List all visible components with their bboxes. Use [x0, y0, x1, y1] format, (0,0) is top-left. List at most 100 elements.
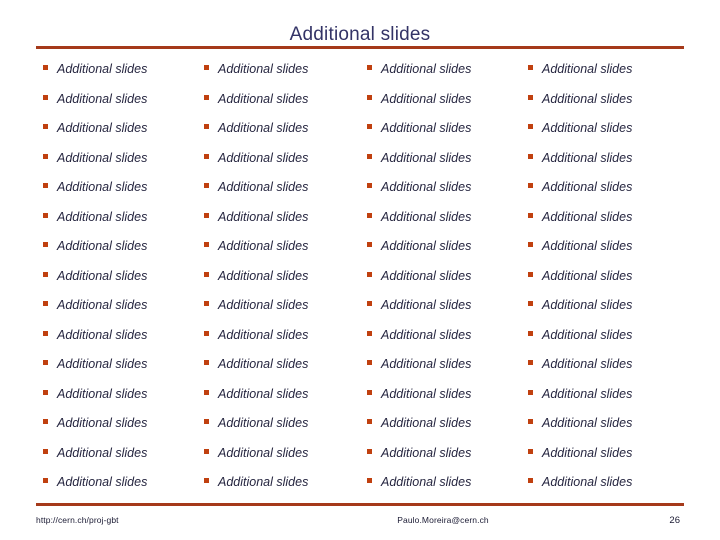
- square-bullet-icon: [43, 94, 48, 100]
- bullet-list-item: Additional slides: [198, 446, 360, 460]
- square-bullet-icon: [528, 124, 533, 129]
- bullet-item-label: Additional slides: [218, 62, 309, 76]
- bullet-item-label: Additional slides: [218, 357, 309, 371]
- bullet-item-label: Additional slides: [381, 386, 472, 401]
- square-bullet-icon: [528, 153, 533, 159]
- bullet-list-item: Additional slides: [360, 239, 522, 253]
- square-bullet-icon: [43, 153, 48, 159]
- square-bullet-icon: [43, 212, 48, 218]
- bullet-list-item: Additional slides: [522, 416, 684, 430]
- bullet-list-item: Additional slides: [36, 446, 198, 460]
- bullet-item-label: Additional slides: [218, 386, 309, 401]
- bullet-list-item: Additional slides: [360, 62, 522, 76]
- bullet-item-label: Additional slides: [542, 357, 633, 371]
- bullet-row: Additional slides Additional slides Additi…: [36, 151, 684, 181]
- square-bullet-icon: [528, 478, 533, 483]
- square-bullet-icon: [43, 360, 48, 365]
- square-bullet-icon: [528, 419, 533, 424]
- bullet-list-item: Additional slides: [522, 92, 684, 106]
- bullet-item-label: Additional slides: [57, 150, 148, 165]
- bullet-item-label: Additional slides: [57, 239, 148, 253]
- bullet-item-label: Additional slides: [381, 239, 472, 253]
- square-bullet-icon: [367, 419, 372, 424]
- square-bullet-icon: [204, 124, 209, 129]
- bullet-item-label: Additional slides: [381, 268, 472, 283]
- bullet-item-label: Additional slides: [218, 298, 309, 312]
- bullet-list-item: Additional slides: [360, 210, 522, 224]
- square-bullet-icon: [204, 153, 209, 159]
- bullet-list-item: Additional slides: [360, 328, 522, 342]
- bullet-list-item: Additional slides: [36, 180, 198, 194]
- square-bullet-icon: [367, 212, 372, 218]
- bullet-item-label: Additional slides: [57, 62, 148, 76]
- bullet-item-label: Additional slides: [218, 475, 309, 489]
- bullet-item-label: Additional slides: [57, 298, 148, 312]
- square-bullet-icon: [528, 389, 533, 395]
- square-bullet-icon: [528, 301, 533, 306]
- footer-url-link[interactable]: http://cern.ch/proj-gbt: [36, 515, 119, 525]
- bullet-row: Additional slides Additional slides Additi…: [36, 475, 684, 505]
- bullet-list-item: Additional slides: [198, 210, 360, 224]
- bullet-item-label: Additional slides: [218, 445, 309, 460]
- footer-url-container: http://cern.ch/proj-gbt: [36, 510, 286, 528]
- footer-page-container: 26: [600, 510, 684, 528]
- bullet-list-item: Additional slides: [360, 387, 522, 401]
- bullet-list-item: Additional slides: [36, 475, 198, 489]
- footer-divider: [36, 503, 684, 506]
- square-bullet-icon: [367, 360, 372, 365]
- bullet-list-item: Additional slides: [360, 298, 522, 312]
- square-bullet-icon: [43, 478, 48, 483]
- bullet-list-item: Additional slides: [198, 180, 360, 194]
- bullet-item-label: Additional slides: [381, 416, 472, 430]
- footer: http://cern.ch/proj-gbt Paulo.Moreira@ce…: [36, 510, 684, 528]
- square-bullet-icon: [43, 448, 48, 454]
- square-bullet-icon: [528, 242, 533, 247]
- bullet-item-label: Additional slides: [57, 209, 148, 224]
- bullet-list-item: Additional slides: [198, 62, 360, 76]
- bullet-item-label: Additional slides: [218, 327, 309, 342]
- bullet-list-item: Additional slides: [36, 387, 198, 401]
- bullet-row: Additional slides Additional slides Additi…: [36, 328, 684, 358]
- bullet-grid: Additional slides Additional slides Additi…: [36, 62, 684, 505]
- bullet-list-item: Additional slides: [360, 269, 522, 283]
- bullet-list-item: Additional slides: [198, 239, 360, 253]
- bullet-list-item: Additional slides: [198, 269, 360, 283]
- square-bullet-icon: [367, 242, 372, 247]
- bullet-item-label: Additional slides: [57, 386, 148, 401]
- bullet-item-label: Additional slides: [542, 209, 633, 224]
- bullet-item-label: Additional slides: [218, 91, 309, 106]
- bullet-item-label: Additional slides: [381, 445, 472, 460]
- bullet-item-label: Additional slides: [218, 150, 309, 165]
- bullet-list-item: Additional slides: [36, 357, 198, 371]
- bullet-item-label: Additional slides: [218, 239, 309, 253]
- bullet-list-item: Additional slides: [36, 92, 198, 106]
- square-bullet-icon: [204, 94, 209, 100]
- bullet-row: Additional slides Additional slides Additi…: [36, 239, 684, 269]
- bullet-list-item: Additional slides: [198, 416, 360, 430]
- bullet-item-label: Additional slides: [542, 121, 633, 135]
- page-title: Additional slides: [289, 24, 431, 45]
- slide-page-number: 26: [669, 515, 680, 526]
- square-bullet-icon: [204, 419, 209, 424]
- bullet-item-label: Additional slides: [57, 475, 148, 489]
- square-bullet-icon: [43, 419, 48, 424]
- bullet-item-label: Additional slides: [218, 268, 309, 283]
- square-bullet-icon: [204, 183, 209, 188]
- bullet-item-label: Additional slides: [57, 180, 148, 194]
- bullet-item-label: Additional slides: [381, 475, 472, 489]
- bullet-list-item: Additional slides: [360, 446, 522, 460]
- square-bullet-icon: [204, 448, 209, 454]
- bullet-item-label: Additional slides: [218, 180, 309, 194]
- bullet-list-item: Additional slides: [36, 416, 198, 430]
- bullet-list-item: Additional slides: [522, 210, 684, 224]
- bullet-list-item: Additional slides: [522, 357, 684, 371]
- bullet-item-label: Additional slides: [542, 298, 633, 312]
- square-bullet-icon: [204, 271, 209, 277]
- bullet-item-label: Additional slides: [542, 180, 633, 194]
- bullet-row: Additional slides Additional slides Additi…: [36, 357, 684, 387]
- square-bullet-icon: [367, 330, 372, 336]
- bullet-item-label: Additional slides: [381, 357, 472, 371]
- footer-email-container: Paulo.Moreira@cern.ch: [286, 510, 600, 528]
- footer-email-link[interactable]: Paulo.Moreira@cern.ch: [397, 515, 489, 525]
- bullet-list-item: Additional slides: [360, 416, 522, 430]
